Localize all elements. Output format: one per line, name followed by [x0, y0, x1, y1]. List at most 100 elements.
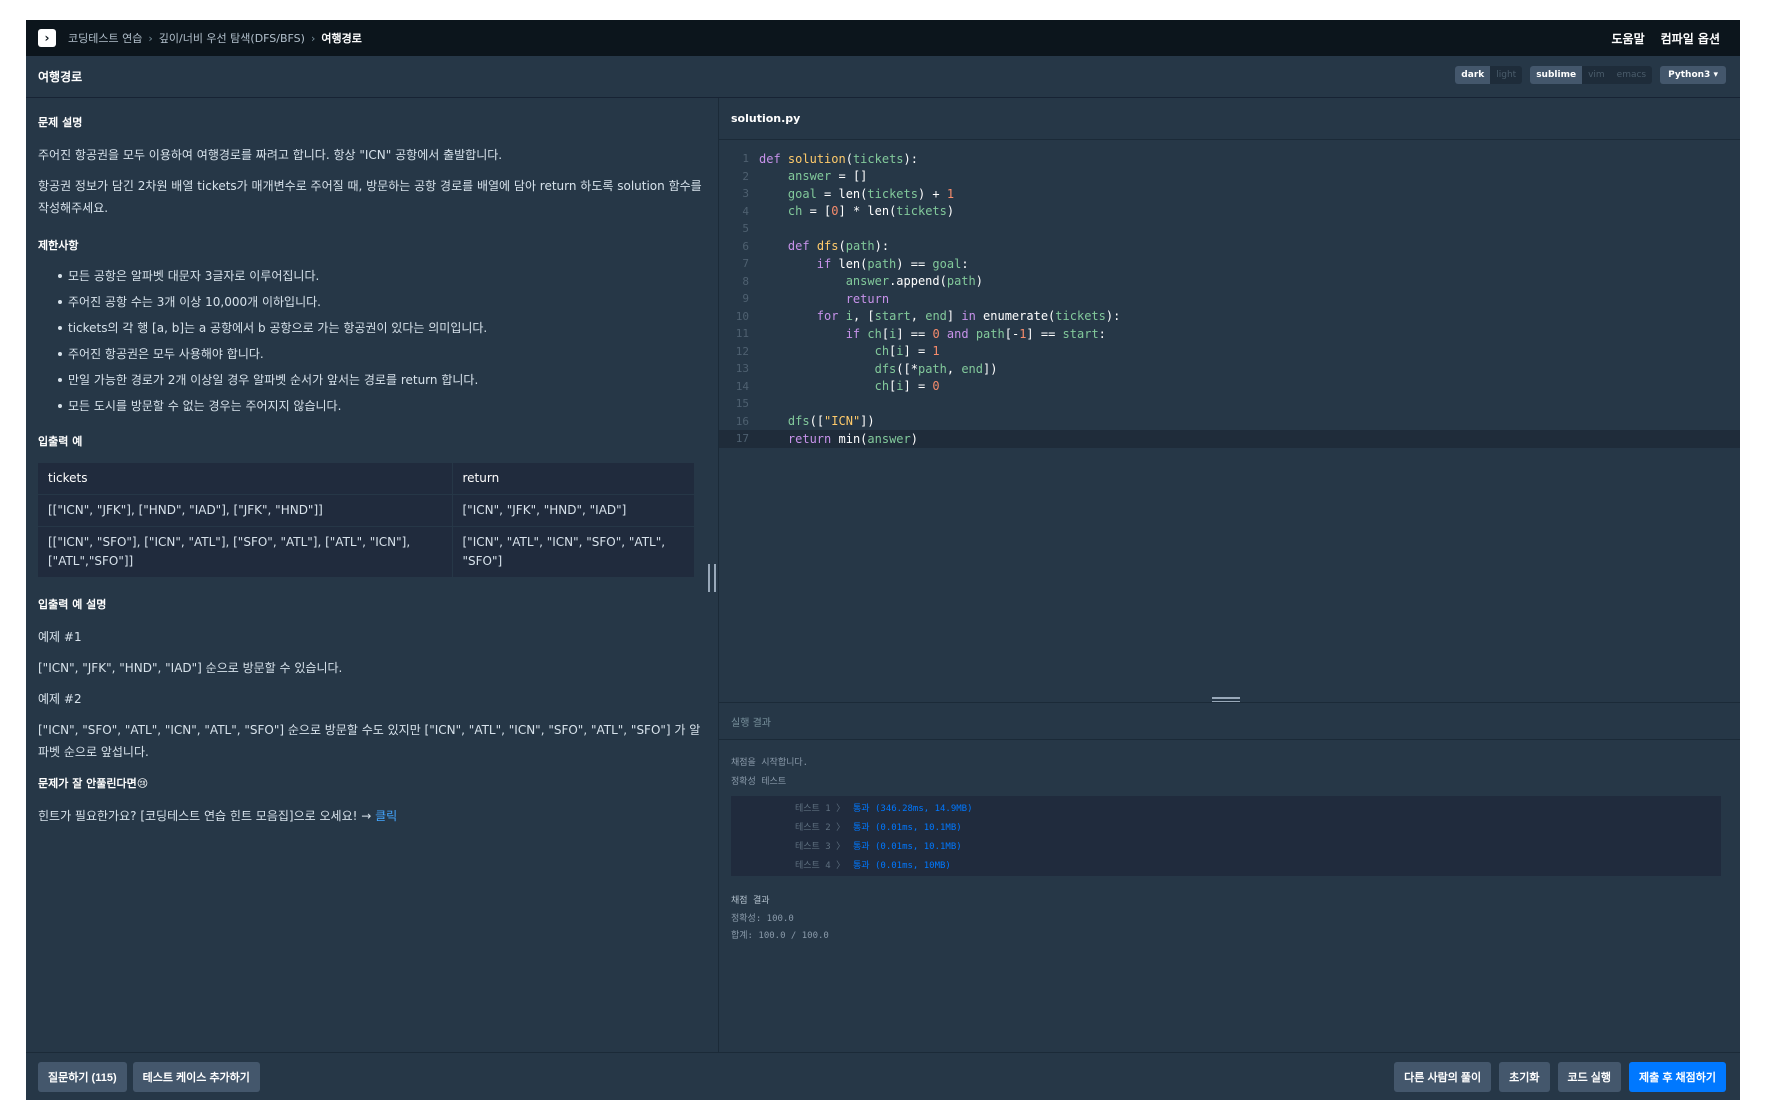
code-line: 12 ch[i] = 1	[735, 344, 940, 359]
test-label: 테스트 1 〉	[795, 804, 846, 814]
grading-result-title: 채점 결과	[731, 896, 770, 906]
chevron-right-icon: ›	[310, 31, 316, 45]
description-heading: 문제 설명	[38, 116, 83, 129]
code-line: 17 return min(answer)	[719, 430, 1740, 448]
submit-button[interactable]: 제출 후 채점하기	[1629, 1062, 1726, 1092]
action-bar: 질문하기 (115) 테스트 케이스 추가하기 다른 사람의 풀이 초기화 코드…	[26, 1052, 1740, 1100]
test-result: 통과 (346.28ms, 14.9MB)	[853, 804, 973, 814]
keymap-vim-button[interactable]: vim	[1582, 66, 1611, 84]
column-header: tickets	[38, 463, 453, 495]
theme-toggle: dark light	[1455, 66, 1523, 84]
code-line: 10 for i, [start, end] in enumerate(tick…	[735, 309, 1121, 324]
limits-heading: 제한사항	[38, 239, 79, 252]
io-heading: 입출력 예	[38, 435, 83, 448]
ask-question-button[interactable]: 질문하기 (115)	[38, 1061, 127, 1092]
test-result: 통과 (0.01ms, 10.1MB)	[853, 842, 962, 852]
breadcrumb-dfs-bfs[interactable]: 깊이/너비 우선 탐색(DFS/BFS)	[159, 30, 305, 46]
code-line: 9 return	[742, 291, 890, 306]
code-line: 8 answer.append(path)	[742, 274, 983, 289]
help-link[interactable]: 도움말	[1611, 30, 1644, 47]
table-cell: ["ICN", "JFK", "HND", "IAD"]	[452, 494, 694, 527]
table-cell: [["ICN", "JFK"], ["HND", "IAD"], ["JFK",…	[38, 494, 453, 527]
editor-panel: solution.py 1 def solution(tickets): 2 an…	[719, 98, 1740, 1052]
accuracy-test-label: 정확성 테스트	[731, 777, 787, 787]
code-line: 5	[742, 222, 749, 236]
reset-button[interactable]: 초기화	[1499, 1062, 1550, 1092]
description-paragraph: 주어진 항공권을 모두 이용하여 여행경로를 짜려고 합니다. 항상 "ICN"…	[38, 148, 503, 162]
example-label: 예제 #2	[38, 692, 82, 706]
list-item: 모든 도시를 방문할 수 없는 경우는 주어지지 않습니다.	[38, 393, 706, 419]
limits-list: 모든 공항은 알파벳 대문자 3글자로 이루어집니다. 주어진 공항 수는 3개…	[38, 263, 706, 419]
table-cell: ["ICN", "ATL", "ICN", "SFO", "ATL", "SFO…	[452, 526, 694, 578]
example-text: ["ICN", "JFK", "HND", "IAD"] 순으로 방문할 수 있…	[38, 661, 343, 675]
list-item: tickets의 각 행 [a, b]는 a 공항에서 b 공항으로 가는 항공…	[38, 315, 706, 341]
programmers-logo-icon[interactable]: ›	[38, 29, 56, 47]
problem-panel[interactable]: 문제 설명 주어진 항공권을 모두 이용하여 여행경로를 짜려고 합니다. 항상…	[26, 98, 718, 1052]
editor-settings: dark light sublime vim emacs Python3 ▾	[1455, 66, 1726, 84]
result-panel: 채점을 시작합니다. 정확성 테스트 테스트 1 〉 통과 (346.28ms, …	[731, 754, 1721, 943]
hint-text-body: 힌트가 필요한가요? [코딩테스트 연습 힌트 모음집]으로 오세요! →	[38, 809, 376, 823]
test-row: 테스트 1 〉 통과 (346.28ms, 14.9MB)	[731, 798, 1721, 817]
run-code-button[interactable]: 코드 실행	[1557, 1062, 1622, 1092]
compile-options-link[interactable]: 컴파일 옵션	[1661, 30, 1720, 47]
keymap-emacs-button[interactable]: emacs	[1611, 66, 1652, 84]
code-line: 4 ch = [0] * len(tickets)	[742, 204, 955, 219]
add-testcase-button[interactable]: 테스트 케이스 추가하기	[132, 1061, 260, 1092]
accuracy-score: 정확성: 100.0	[731, 914, 794, 924]
others-solution-button[interactable]: 다른 사람의 풀이	[1394, 1062, 1492, 1092]
code-line: 16 dfs(["ICN"])	[735, 414, 875, 429]
theme-dark-button[interactable]: dark	[1455, 66, 1491, 84]
test-row: 테스트 4 〉 통과 (0.01ms, 10MB)	[731, 855, 1721, 874]
table-row: [["ICN", "SFO"], ["ICN", "ATL"], ["SFO",…	[38, 526, 694, 578]
test-label: 테스트 3 〉	[795, 842, 846, 852]
code-line: 15	[735, 397, 749, 411]
test-label: 테스트 2 〉	[795, 823, 846, 833]
problem-header: 여행경로 dark light sublime vim emacs Python…	[26, 56, 1740, 98]
hint-link[interactable]: 클릭	[375, 809, 397, 823]
io-table: tickets return [["ICN", "JFK"], ["HND", …	[38, 463, 694, 578]
table-header-row: tickets return	[38, 463, 694, 495]
list-item: 모든 공항은 알파벳 대문자 3글자로 이루어집니다.	[38, 263, 706, 289]
code-line: 2 answer = []	[742, 169, 868, 184]
breadcrumb-coding-test[interactable]: 코딩테스트 연습	[68, 30, 142, 46]
theme-light-button[interactable]: light	[1490, 66, 1522, 84]
test-row: 테스트 3 〉 통과 (0.01ms, 10.1MB)	[731, 836, 1721, 855]
keymap-toggle: sublime vim emacs	[1530, 66, 1653, 84]
code-line: 6 def dfs(path):	[742, 239, 890, 254]
table-row: [["ICN", "JFK"], ["HND", "IAD"], ["JFK",…	[38, 494, 694, 527]
test-result: 통과 (0.01ms, 10MB)	[853, 861, 951, 871]
example-label: 예제 #1	[38, 630, 82, 644]
column-header: return	[452, 463, 694, 495]
test-results: 테스트 1 〉 통과 (346.28ms, 14.9MB) 테스트 2 〉 통과 (…	[731, 796, 1721, 876]
code-line: 13 dfs([*path, end])	[735, 361, 998, 376]
result-heading: 실행 결과	[719, 702, 1740, 740]
result-start-message: 채점을 시작합니다.	[731, 758, 809, 768]
test-row: 테스트 2 〉 통과 (0.01ms, 10.1MB)	[731, 817, 1721, 836]
list-item: 주어진 항공권은 모두 사용해야 합니다.	[38, 341, 706, 367]
table-cell: [["ICN", "SFO"], ["ICN", "ATL"], ["SFO",…	[38, 526, 453, 578]
code-editor[interactable]: 1 def solution(tickets): 2 answer = [] 3 …	[719, 150, 1740, 448]
language-select[interactable]: Python3 ▾	[1660, 66, 1726, 84]
code-line: 7 if len(path) == goal:	[742, 256, 969, 271]
code-line: 14 ch[i] = 0	[735, 379, 940, 394]
panel-resize-handle[interactable]	[708, 564, 716, 592]
io-description-heading: 입출력 예 설명	[38, 598, 107, 611]
test-result: 통과 (0.01ms, 10.1MB)	[853, 823, 962, 833]
top-navigation: › 코딩테스트 연습 › 깊이/너비 우선 탐색(DFS/BFS) › 여행경로…	[26, 20, 1740, 56]
chevron-right-icon: ›	[148, 31, 153, 45]
list-item: 만일 가능한 경로가 2개 이상일 경우 알파벳 순서가 앞서는 경로를 ret…	[38, 367, 706, 393]
breadcrumb-current: 여행경로	[321, 32, 362, 45]
language-value: Python3	[1668, 70, 1711, 80]
problem-title: 여행경로	[38, 70, 83, 84]
description-paragraph: 항공권 정보가 담긴 2차원 배열 tickets가 매개변수로 주어질 때, …	[38, 179, 702, 215]
code-line: 11 if ch[i] == 0 and path[-1] == start:	[735, 326, 1106, 341]
example-text: ["ICN", "SFO", "ATL", "ICN", "ATL", "SFO…	[38, 723, 701, 759]
hint-text: 힌트가 필요한가요? [코딩테스트 연습 힌트 모음집]으로 오세요! → 클릭	[38, 805, 706, 827]
app-window: › 코딩테스트 연습 › 깊이/너비 우선 탐색(DFS/BFS) › 여행경로…	[26, 20, 1740, 1100]
keymap-sublime-button[interactable]: sublime	[1530, 66, 1583, 84]
list-item: 주어진 공항 수는 3개 이상 10,000개 이하입니다.	[38, 289, 706, 315]
code-line: 1 def solution(tickets):	[742, 151, 918, 166]
hint-heading: 문제가 잘 안풀린다면😢	[38, 777, 149, 790]
caret-down-icon: ▾	[1713, 70, 1718, 80]
code-line: 3 goal = len(tickets) + 1	[742, 186, 955, 201]
